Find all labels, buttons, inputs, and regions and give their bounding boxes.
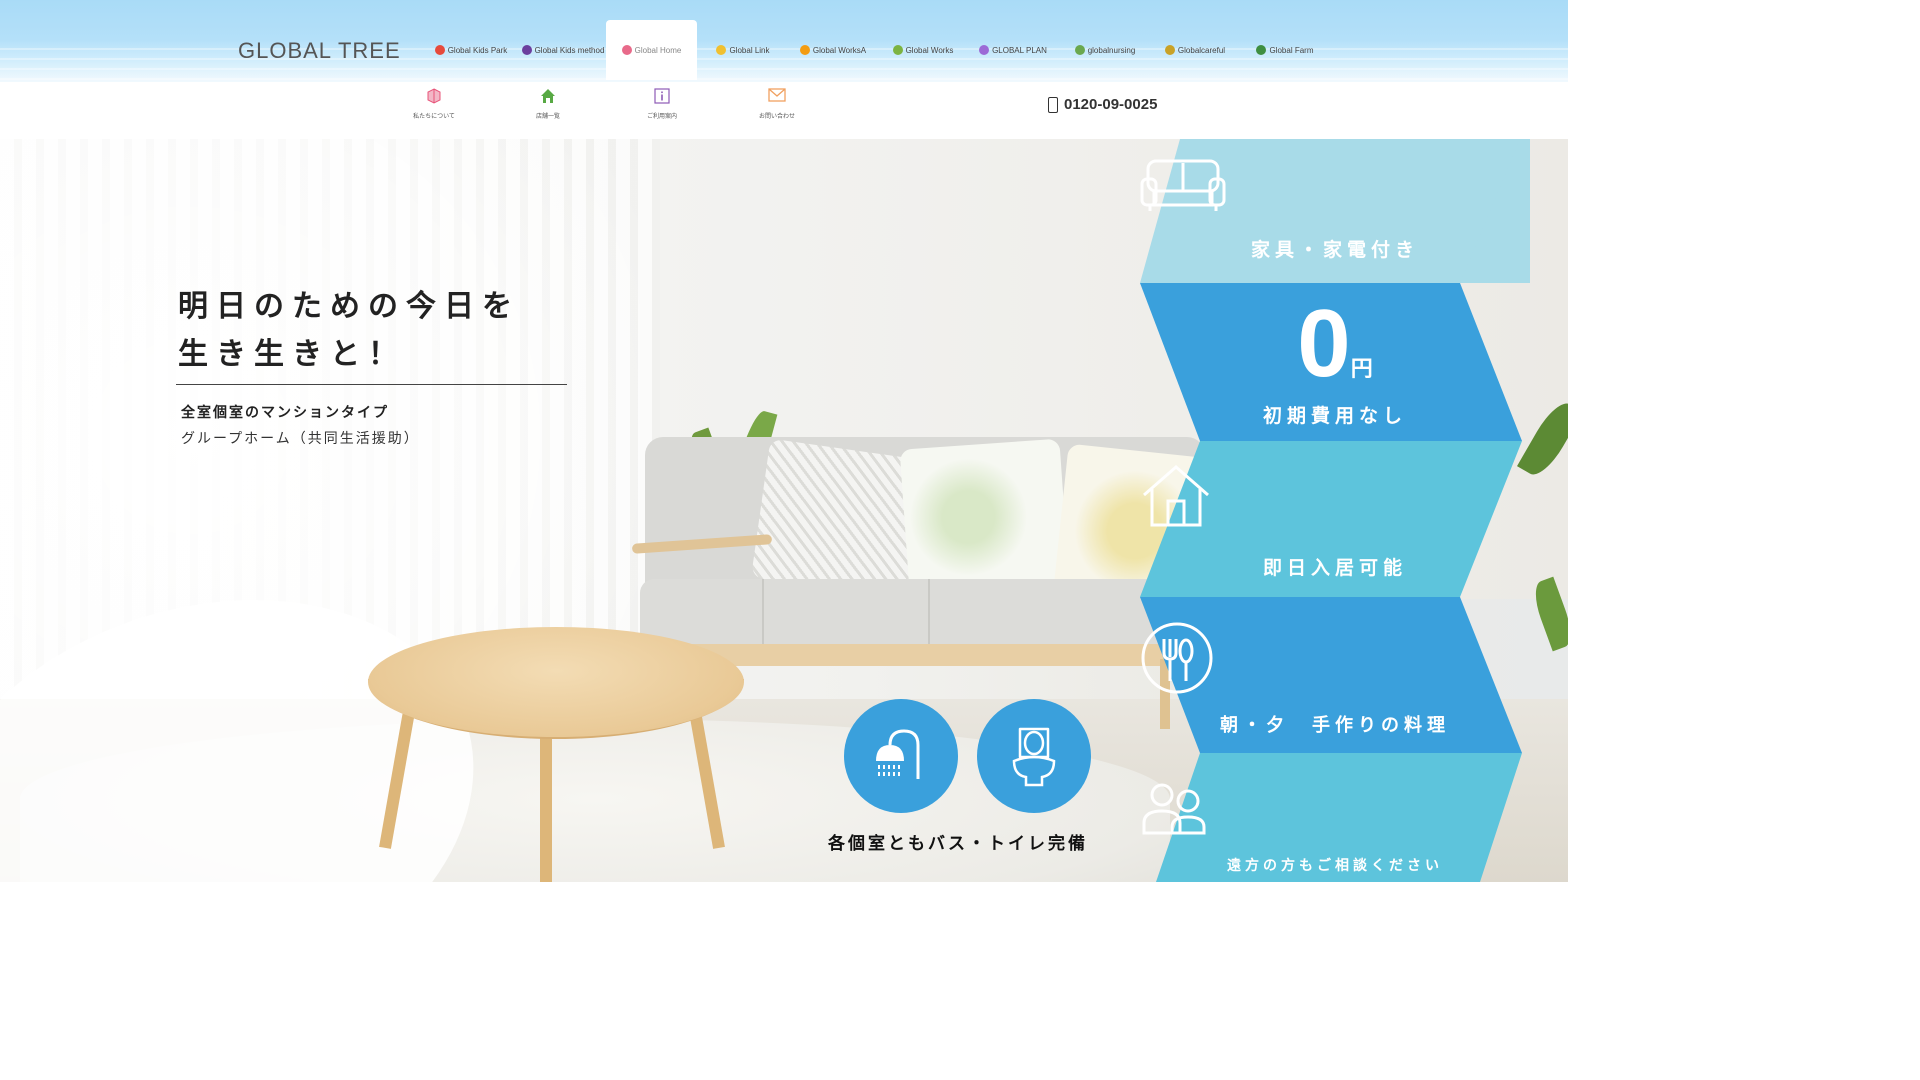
nav-item-guide[interactable]: ご利用案内 (622, 88, 702, 120)
home-icon (508, 88, 588, 108)
brand-label: Global Works (905, 45, 954, 55)
feature-label: 即日入居可能 (1262, 557, 1407, 579)
sofa-seat (640, 579, 1220, 649)
phone-number[interactable]: 0120-09-0025 (1048, 96, 1157, 113)
features-panel: 家具・家電付き 0円 初期費用なし 即日入居可能 朝・夕 手作りの料理 遠方の方… (1140, 139, 1530, 882)
brand-label: Global WorksA (812, 45, 867, 55)
hero-subtitle-1: 全室個室のマンションタイプ (181, 405, 389, 421)
brand-link-global-works-a[interactable]: Global WorksA (790, 20, 876, 80)
brand-label: Global Farm (1269, 45, 1314, 55)
brand-links: Global Kids Park Global Kids method Glob… (428, 20, 1328, 80)
brand-link-global-farm[interactable]: Global Farm (1242, 20, 1328, 80)
brand-label: Global Kids Park (447, 45, 508, 55)
phone-icon (1048, 96, 1058, 113)
headline-divider (176, 384, 567, 385)
feature-meals: 朝・夕 手作りの料理 (1140, 597, 1530, 753)
logo-text: GLOBAL TREE (238, 38, 401, 63)
brand-label: Global Home (634, 45, 682, 55)
phone-text: 0120-09-0025 (1064, 96, 1158, 113)
brand-link-global-plan[interactable]: GLOBAL PLAN (970, 20, 1056, 80)
cube-icon (394, 88, 474, 108)
toilet-badge (977, 699, 1091, 813)
brand-link-globalcareful[interactable]: Globalcareful (1152, 20, 1238, 80)
mail-icon (737, 88, 817, 108)
brand-link-global-works[interactable]: Global Works (880, 20, 966, 80)
headline-line-1: 明日のための今日を (178, 289, 520, 324)
zero-value: 0 (1297, 290, 1351, 397)
hero-headline: 明日のための今日を 生き生きと！ (178, 283, 520, 379)
nav-label: 店舗一覧 (535, 113, 560, 120)
yen-unit: 円 (1350, 356, 1373, 381)
bath-toilet-caption: 各個室ともバス・トイレ完備 (828, 834, 1088, 854)
table-top (368, 627, 744, 737)
brand-label: GLOBAL PLAN (992, 45, 1047, 55)
feature-label: 朝・夕 手作りの料理 (1220, 715, 1450, 736)
nav-label: ご利用案内 (646, 113, 677, 120)
feature-label: 初期費用なし (1262, 405, 1407, 427)
nav-label: お問い合わせ (758, 113, 795, 120)
table-leg (540, 719, 552, 882)
feature-label: 遠方の方もご相談ください (1227, 858, 1443, 874)
brand-link-global-home[interactable]: Global Home (606, 20, 697, 80)
brand-label: globalnursing (1087, 45, 1136, 55)
shower-badge (844, 699, 958, 813)
brand-link-global-kids-method[interactable]: Global Kids method (520, 20, 606, 80)
brand-label: Globalcareful (1177, 45, 1226, 55)
nav-item-contact[interactable]: お問い合わせ (737, 88, 817, 120)
brand-link-globalnursing[interactable]: globalnursing (1062, 20, 1148, 80)
feature-label: 家具・家電付き (1250, 239, 1419, 261)
nav-item-about[interactable]: 私たちについて (394, 88, 474, 120)
feature-remote-consult: 遠方の方もご相談ください (1140, 753, 1530, 882)
site-logo[interactable]: GLOBAL TREE (238, 38, 401, 64)
feature-same-day: 即日入居可能 (1140, 441, 1530, 597)
brand-label: Global Link (729, 45, 770, 55)
headline-line-2: 生き生きと！ (178, 337, 406, 372)
feature-furnished: 家具・家電付き (1140, 139, 1530, 283)
nav-label: 私たちについて (413, 113, 455, 120)
hero-subtitle-2: グループホーム（共同生活援助） (181, 431, 420, 447)
main-nav: 私たちについて 店舗一覧 ご利用案内 お問い合わせ (0, 82, 1568, 139)
brand-label: Global Kids method (534, 45, 605, 55)
shower-icon (876, 729, 920, 779)
brand-link-global-link[interactable]: Global Link (700, 20, 786, 80)
toilet-icon (1012, 727, 1056, 787)
hero-section: 明日のための今日を 生き生きと！ 全室個室のマンションタイプ グループホーム（共… (0, 139, 1568, 882)
feature-no-initial-cost: 0円 初期費用なし (1140, 283, 1530, 441)
nav-item-stores[interactable]: 店舗一覧 (508, 88, 588, 120)
info-icon (622, 88, 702, 108)
brand-link-global-kids-park[interactable]: Global Kids Park (428, 20, 514, 80)
